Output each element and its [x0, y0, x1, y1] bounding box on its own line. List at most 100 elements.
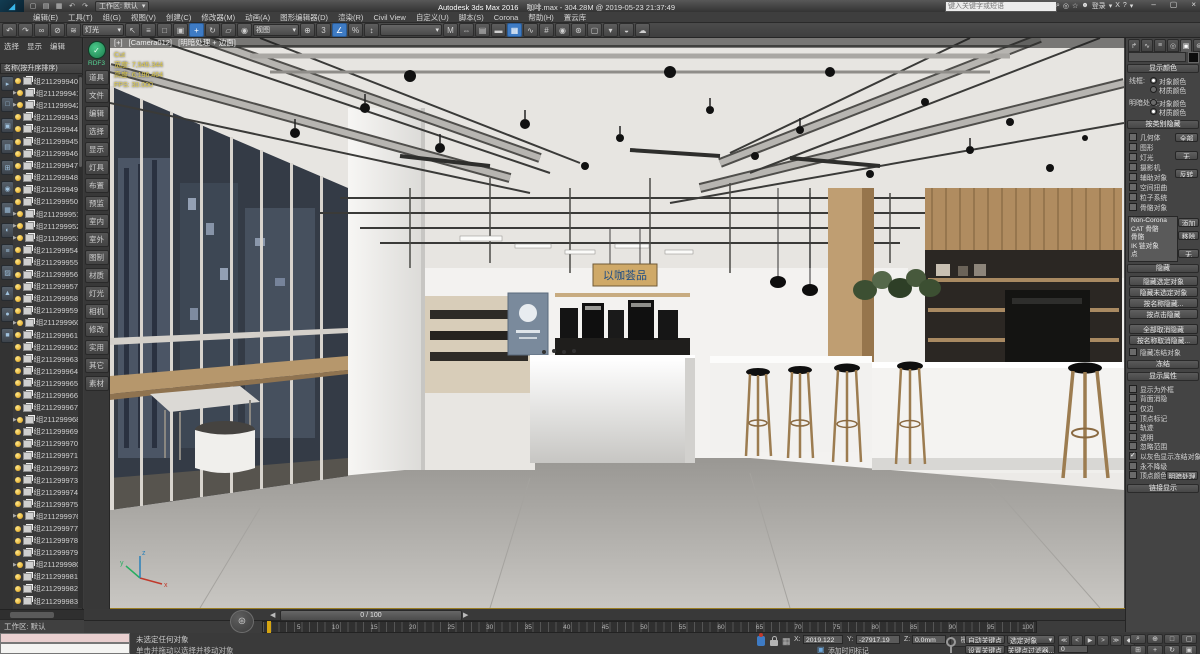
table-row[interactable]: 组211299963	[13, 353, 78, 365]
checkbox-icon[interactable]	[1129, 348, 1137, 356]
script-panel-button[interactable]: 显示	[85, 142, 109, 157]
table-row[interactable]: 组211299979	[13, 547, 78, 559]
script-panel-button[interactable]: 修改	[85, 322, 109, 337]
category-checkbox-row[interactable]: 几何体	[1129, 132, 1167, 142]
toolbar-icon[interactable]: ↶	[2, 23, 17, 37]
checkbox-icon[interactable]	[1129, 183, 1137, 191]
unhide-action-button[interactable]: 全部取消隐藏	[1129, 324, 1198, 334]
command-panel-tab[interactable]: ▣	[1180, 39, 1192, 52]
checkbox-icon[interactable]	[1129, 433, 1137, 441]
viewport-nav-icon[interactable]: ↻	[1164, 645, 1180, 654]
command-panel-tab[interactable]: ◎	[1167, 39, 1179, 52]
set-key-button[interactable]: 设置关键点	[965, 645, 1005, 654]
viewport-general-menu[interactable]: [+]	[114, 38, 123, 47]
table-row[interactable]: 组211299946	[13, 148, 78, 160]
checkbox-icon[interactable]	[1129, 153, 1137, 161]
toolbar-icon[interactable]: ≡	[141, 23, 156, 37]
toolbar-icon[interactable]: #	[539, 23, 554, 37]
set-key-icon[interactable]	[946, 637, 956, 647]
viewport-nav-icon[interactable]: +	[1147, 645, 1163, 654]
hide-action-button[interactable]: 隐藏选定对象	[1129, 276, 1198, 286]
restore-button[interactable]: ▢	[1170, 0, 1178, 9]
display-prop-row[interactable]: 背面消隐	[1129, 394, 1200, 404]
rollout-hide-by-category[interactable]: 按类别隐藏	[1127, 120, 1199, 129]
script-panel-button[interactable]: 相机	[85, 304, 109, 319]
script-panel-button[interactable]: 选择	[85, 124, 109, 139]
table-row[interactable]: 组211299969	[13, 426, 78, 438]
current-frame-marker[interactable]	[267, 621, 271, 633]
script-panel-button[interactable]: 材质	[85, 268, 109, 283]
explorer-name-header[interactable]: 名称(按升序排序)	[0, 63, 83, 74]
display-prop-row[interactable]: 轨迹	[1129, 422, 1200, 432]
script-panel-logo-icon[interactable]: ✓	[88, 41, 106, 59]
script-panel-button[interactable]: 室内	[85, 214, 109, 229]
hide-action-button[interactable]: 按点击隐藏	[1129, 309, 1198, 319]
checkbox-icon[interactable]	[1129, 414, 1137, 422]
table-row[interactable]: 组211299948	[13, 172, 78, 184]
frame-back-arrow[interactable]: ◀	[270, 611, 275, 619]
infocenter-icon[interactable]: ▾	[1109, 2, 1113, 10]
display-prop-row[interactable]: 显示为外框	[1129, 384, 1200, 394]
toolbar-icon[interactable]: ∠	[332, 23, 347, 37]
viewport-pov-menu[interactable]: [Camera012]	[129, 38, 172, 47]
z-coordinate-field[interactable]: 0.0mm	[912, 635, 946, 644]
checkbox-icon[interactable]	[1129, 442, 1137, 450]
hide-frozen-row[interactable]: 隐藏冻结对象	[1129, 347, 1181, 357]
script-panel-button[interactable]: 灯光	[85, 286, 109, 301]
table-row[interactable]: 组211299945	[13, 135, 78, 147]
table-row[interactable]: 组211299967	[13, 402, 78, 414]
table-row[interactable]: 组211299954	[13, 244, 78, 256]
hide-none-button[interactable]: 无	[1175, 151, 1198, 160]
toolbar-icon[interactable]: ☁	[635, 23, 650, 37]
time-slider-thumb[interactable]: 0 / 100	[280, 610, 462, 621]
selection-lock-icon[interactable]	[770, 640, 778, 646]
menu-item[interactable]: 脚本(S)	[454, 12, 489, 23]
script-panel-button[interactable]: 预监	[85, 196, 109, 211]
key-mode-select[interactable]: 选定对象▾	[1007, 635, 1055, 644]
grid-toggle-icon[interactable]: ▦	[782, 636, 791, 647]
checkbox-icon[interactable]	[1129, 203, 1137, 211]
menu-item[interactable]: 置云库	[559, 12, 592, 23]
toolbar-icon[interactable]: ⊛	[571, 23, 586, 37]
list-item[interactable]: Non-Corona	[1129, 217, 1177, 226]
display-prop-row[interactable]: 顶点标记	[1129, 413, 1200, 423]
category-checkbox-row[interactable]: 灯光	[1129, 152, 1167, 162]
table-row[interactable]: 组211299947	[13, 160, 78, 172]
infocenter-icon[interactable]: ⌕	[1056, 2, 1060, 10]
table-row[interactable]: 组211299944	[13, 123, 78, 135]
menu-item[interactable]: 编辑(E)	[28, 12, 63, 23]
table-row[interactable]: ▶ 组211299976	[13, 510, 78, 522]
category-checkbox-row[interactable]: 骨骼对象	[1129, 202, 1167, 212]
list-item[interactable]: CAT 骨骼	[1129, 226, 1177, 235]
playback-icon[interactable]: >	[1097, 635, 1109, 646]
workspace-select[interactable]: 工作区: 默认 ▾	[95, 1, 149, 12]
table-row[interactable]: ▶ 组211299980	[13, 559, 78, 571]
explorer-menu-item[interactable]: 显示	[27, 41, 42, 52]
isolate-selection-icon[interactable]	[757, 636, 765, 646]
table-row[interactable]: 组211299955	[13, 256, 78, 268]
menu-item[interactable]: Civil View	[368, 13, 410, 22]
max-logo-icon[interactable]: ◢	[0, 0, 24, 12]
wire-material-color-radio[interactable]	[1150, 86, 1157, 93]
infocenter-icon[interactable]: ▾	[1130, 2, 1134, 10]
object-name-field[interactable]	[1128, 52, 1186, 62]
toolbar-icon[interactable]: ↕	[364, 23, 379, 37]
checkbox-icon[interactable]	[1129, 133, 1137, 141]
display-prop-row[interactable]: 以灰色显示冻结对象	[1129, 451, 1200, 461]
toolbar-icon[interactable]: ▬	[491, 23, 506, 37]
table-row[interactable]: ▶ 组211299953	[13, 232, 78, 244]
rollout-display-color[interactable]: 显示颜色	[1127, 64, 1199, 73]
list-item[interactable]: 点	[1129, 251, 1177, 260]
viewport-nav-icon[interactable]: ⊞	[1130, 645, 1146, 654]
qat-icon[interactable]: ↶	[66, 1, 78, 11]
table-row[interactable]: 组211299956	[13, 269, 78, 281]
toolbar-icon[interactable]: ↖	[125, 23, 140, 37]
toolbar-icon[interactable]: ▦	[507, 23, 522, 37]
table-row[interactable]: 组211299961	[13, 329, 78, 341]
hide-invert-button[interactable]: 反转	[1175, 169, 1198, 178]
frame-forward-arrow[interactable]: ▶	[463, 611, 468, 619]
toolbar-icon[interactable]: ↻	[205, 23, 220, 37]
table-row[interactable]: 组211299981	[13, 571, 78, 583]
command-panel-tab[interactable]: ↱	[1128, 39, 1140, 52]
rollout-hide[interactable]: 隐藏	[1127, 264, 1199, 273]
